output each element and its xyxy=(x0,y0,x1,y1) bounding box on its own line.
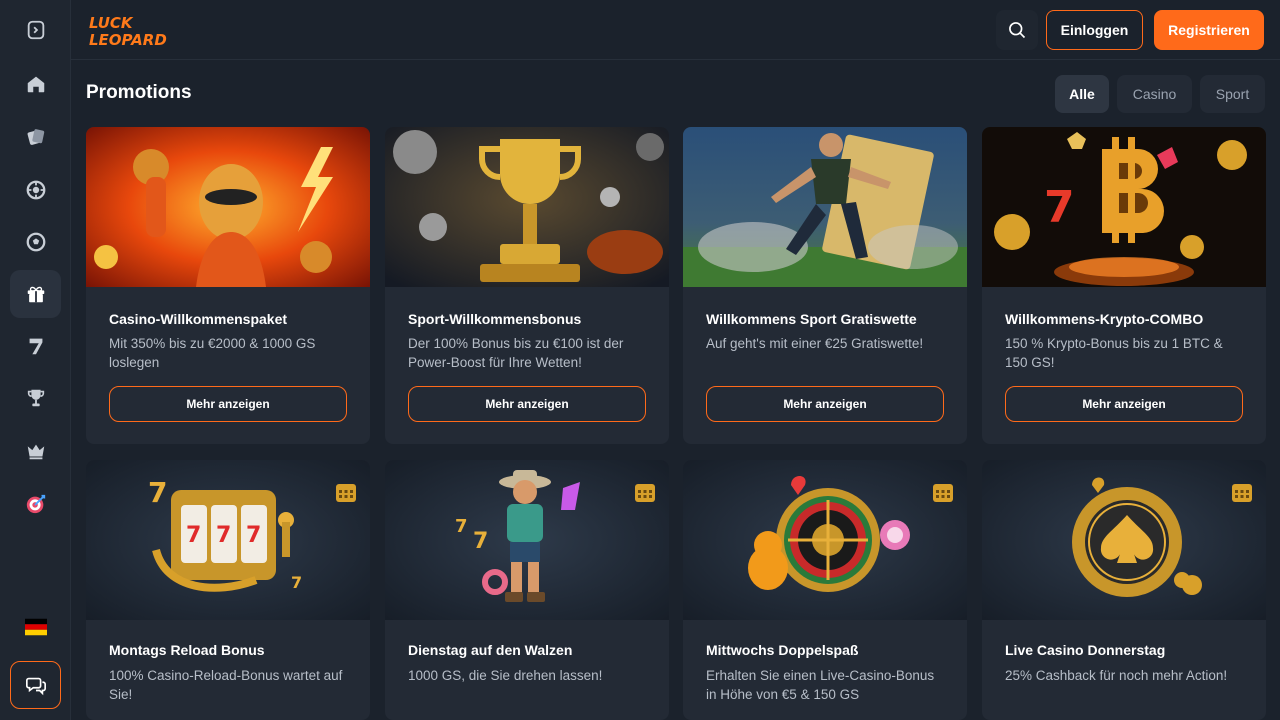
show-more-button[interactable]: Mehr anzeigen xyxy=(1005,386,1243,422)
promo-card: Casino-Willkommenspaket Mit 350% bis zu … xyxy=(86,127,370,444)
svg-text:7: 7 xyxy=(216,523,231,548)
promo-card: Sport-Willkommensbonus Der 100% Bonus bi… xyxy=(385,127,669,444)
promo-image-footballer[interactable] xyxy=(683,127,967,287)
show-more-button[interactable]: Mehr anzeigen xyxy=(408,386,646,422)
sidebar-item-missions[interactable] xyxy=(10,480,61,528)
expand-sidebar-button[interactable] xyxy=(10,6,61,54)
svg-text:7: 7 xyxy=(473,529,488,554)
sidebar-item-slots[interactable] xyxy=(10,322,61,370)
promo-image-cowboy[interactable]: 7 7 xyxy=(385,460,669,620)
search-icon xyxy=(1009,22,1026,39)
leopard-icon xyxy=(86,127,370,287)
promo-image-leopard[interactable] xyxy=(86,127,370,287)
poker-chip-icon xyxy=(982,460,1266,620)
show-more-button[interactable]: Mehr anzeigen xyxy=(706,386,944,422)
sidebar-item-cards[interactable] xyxy=(10,113,61,161)
sidebar xyxy=(0,0,71,720)
football-icon xyxy=(26,232,45,252)
page-title: Promotions xyxy=(86,82,192,103)
promo-description: 100% Casino-Reload-Bonus wartet auf Sie! xyxy=(109,668,343,702)
live-chat-button[interactable] xyxy=(10,661,61,709)
promo-title: Willkommens-Krypto-COMBO xyxy=(1005,311,1204,327)
trophy-image-icon xyxy=(385,127,669,287)
svg-text:LUCK: LUCK xyxy=(89,14,134,32)
svg-text:LEOPARD: LEOPARD xyxy=(89,31,167,49)
sidebar-item-vip[interactable] xyxy=(10,427,61,475)
cowboy-icon: 7 7 xyxy=(385,460,669,620)
promo-image-roulette[interactable] xyxy=(683,460,967,620)
svg-text:7: 7 xyxy=(246,523,261,548)
promo-card: Mittwochs Doppelspaß Erhalten Sie einen … xyxy=(683,460,967,720)
expand-sidebar-icon xyxy=(27,20,44,40)
promo-description: 1000 GS, die Sie drehen lassen! xyxy=(408,668,603,683)
promo-title: Willkommens Sport Gratiswette xyxy=(706,311,917,327)
roulette-wheel-icon xyxy=(683,460,967,620)
login-button[interactable]: Einloggen xyxy=(1046,10,1143,50)
sidebar-item-sports[interactable] xyxy=(10,218,61,266)
language-selector[interactable] xyxy=(10,603,61,651)
promo-title: Live Casino Donnerstag xyxy=(1005,642,1166,658)
promo-image-trophy[interactable] xyxy=(385,127,669,287)
cards-icon xyxy=(27,129,44,145)
calendar-icon xyxy=(933,484,953,502)
svg-text:7: 7 xyxy=(291,573,302,592)
promo-card: 7 7 7 7 7 Montags Reload Bonus 100% Casi… xyxy=(86,460,370,720)
svg-text:7: 7 xyxy=(186,523,201,548)
luck-leopard-logo[interactable]: LUCK LEOPARD xyxy=(87,12,177,50)
logo-icon: LUCK LEOPARD xyxy=(89,14,167,49)
promo-description: Mit 350% bis zu €2000 & 1000 GS loslegen xyxy=(109,336,316,370)
promo-title: Mittwochs Doppelspaß xyxy=(706,642,859,658)
roulette-icon xyxy=(26,180,45,200)
topbar: LUCK LEOPARD Einloggen Registrieren xyxy=(71,0,1280,60)
filter-casino[interactable]: Casino xyxy=(1117,75,1192,113)
calendar-icon xyxy=(1232,484,1252,502)
bitcoin-icon: 7 xyxy=(982,127,1266,287)
promo-image-bitcoin[interactable]: 7 xyxy=(982,127,1266,287)
calendar-icon xyxy=(635,484,655,502)
promo-card: Willkommens Sport Gratiswette Auf geht's… xyxy=(683,127,967,444)
promo-card: 7 Willkommens-Krypto-COMBO 150 % Krypto-… xyxy=(982,127,1266,444)
filter-sport[interactable]: Sport xyxy=(1200,75,1265,113)
promo-description: Erhalten Sie einen Live-Casino-Bonus in … xyxy=(706,668,935,702)
crown-icon xyxy=(27,444,44,460)
gift-icon xyxy=(27,286,44,303)
seven-icon xyxy=(29,338,42,355)
calendar-icon xyxy=(336,484,356,502)
trophy-icon xyxy=(27,389,44,407)
svg-text:7: 7 xyxy=(148,476,167,509)
filter-all[interactable]: Alle xyxy=(1055,75,1109,113)
footballer-icon xyxy=(683,127,967,287)
register-button[interactable]: Registrieren xyxy=(1154,10,1264,50)
promo-card: Live Casino Donnerstag 25% Cashback für … xyxy=(982,460,1266,720)
slot-machine-icon: 7 7 7 7 7 xyxy=(86,460,370,620)
chat-icon xyxy=(25,677,46,696)
promo-image-poker-chip[interactable] xyxy=(982,460,1266,620)
german-flag-icon xyxy=(24,618,47,636)
sidebar-item-home[interactable] xyxy=(10,60,61,108)
promo-image-slot-machine[interactable]: 7 7 7 7 7 xyxy=(86,460,370,620)
sidebar-item-roulette[interactable] xyxy=(10,166,61,214)
promo-title: Montags Reload Bonus xyxy=(109,642,265,658)
promo-description: 150 % Krypto-Bonus bis zu 1 BTC & 150 GS… xyxy=(1005,336,1223,370)
promo-title: Dienstag auf den Walzen xyxy=(408,642,573,658)
sidebar-item-promotions[interactable] xyxy=(10,270,61,318)
promo-description: Der 100% Bonus bis zu €100 ist der Power… xyxy=(408,336,624,370)
svg-text:7: 7 xyxy=(455,516,468,537)
promo-title: Sport-Willkommensbonus xyxy=(408,311,582,327)
promo-description: 25% Cashback für noch mehr Action! xyxy=(1005,668,1228,683)
target-icon xyxy=(26,494,45,514)
home-icon xyxy=(27,76,44,93)
svg-text:7: 7 xyxy=(1044,182,1075,233)
promo-title: Casino-Willkommenspaket xyxy=(109,311,288,327)
promo-card: 7 7 Dienstag auf den Walzen 1000 GS, die… xyxy=(385,460,669,720)
search-button[interactable] xyxy=(996,10,1038,50)
promo-description: Auf geht's mit einer €25 Gratiswette! xyxy=(706,336,924,351)
sidebar-item-tournaments[interactable] xyxy=(10,374,61,422)
show-more-button[interactable]: Mehr anzeigen xyxy=(109,386,347,422)
